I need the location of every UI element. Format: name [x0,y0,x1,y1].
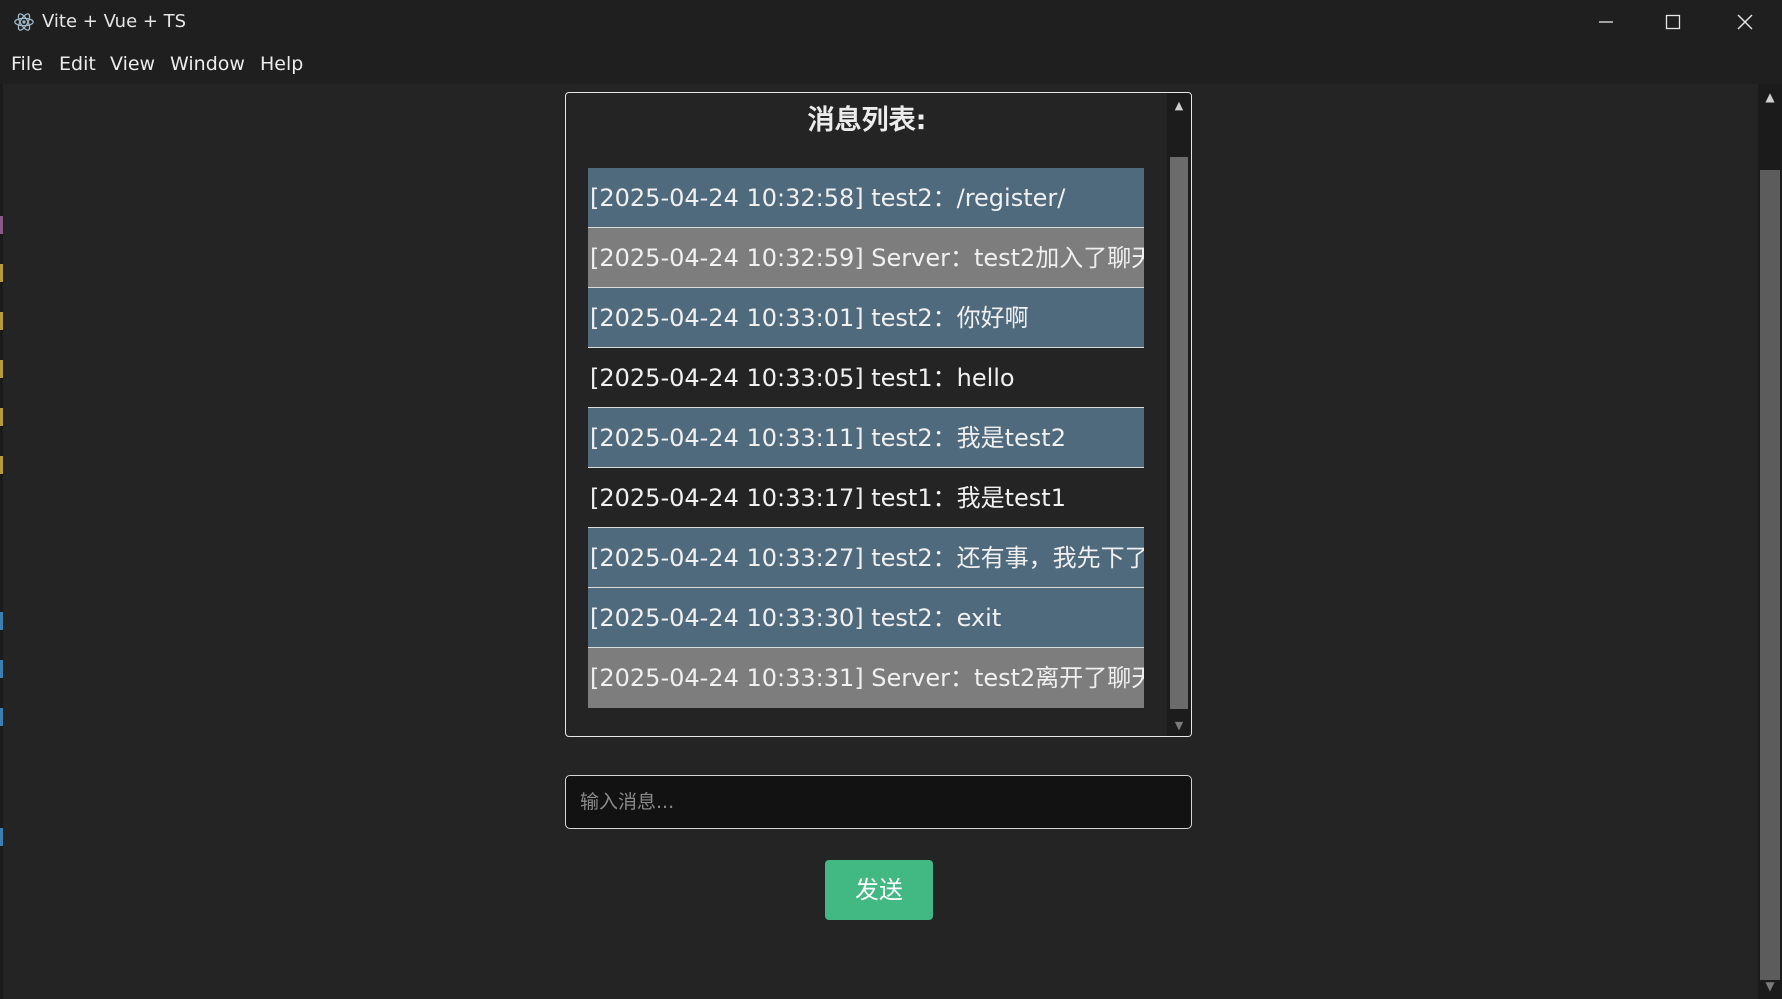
edge-mark [0,408,3,426]
minimize-icon [1599,21,1613,23]
message-item: [2025-04-24 10:33:11] test2：我是test2 [588,408,1144,468]
message-panel: 消息列表: [2025-04-24 10:32:58] test2：/regis… [565,92,1192,737]
page-scrollbar-thumb[interactable] [1760,170,1780,980]
edge-mark [0,216,3,234]
menu-help[interactable]: Help [260,52,303,76]
message-list-title: 消息列表: [807,105,927,136]
edge-mark [0,456,3,474]
electron-app-icon [14,13,34,31]
menu-edit[interactable]: Edit [59,52,96,76]
maximize-icon [1665,14,1681,30]
app-window: Vite + Vue + TS File Edit View Window He… [0,0,1782,999]
maximize-button[interactable] [1638,0,1708,44]
edge-mark [0,660,3,678]
message-item: [2025-04-24 10:33:05] test1：hello [588,348,1144,408]
page-scroll-down-icon[interactable]: ▼ [1758,975,1782,997]
message-item: [2025-04-24 10:33:01] test2：你好啊 [588,288,1144,348]
message-item: [2025-04-24 10:33:17] test1：我是test1 [588,468,1144,528]
menu-bar: File Edit View Window Help [0,44,1782,84]
window-title: Vite + Vue + TS [42,11,187,32]
edge-mark [0,828,3,846]
message-item: [2025-04-24 10:32:58] test2：/register/ [588,168,1144,228]
message-item: [2025-04-24 10:32:59] Server：test2加入了聊天室 [588,228,1144,288]
minimize-button[interactable] [1571,0,1641,44]
scroll-down-arrow-icon[interactable]: ▼ [1167,715,1191,735]
close-button[interactable] [1710,0,1780,44]
message-list: [2025-04-24 10:32:58] test2：/register/[2… [588,168,1144,708]
title-bar: Vite + Vue + TS [0,0,1782,44]
close-icon [1737,14,1753,30]
edge-mark [0,360,3,378]
message-input[interactable] [565,775,1192,829]
message-item: [2025-04-24 10:33:27] test2：还有事，我先下了 [588,528,1144,588]
edge-mark [0,264,3,282]
message-item: [2025-04-24 10:33:30] test2：exit [588,588,1144,648]
menu-view[interactable]: View [110,52,155,76]
menu-file[interactable]: File [11,52,43,76]
message-scrollbar-thumb[interactable] [1170,157,1188,709]
message-scrollbar[interactable]: ▲ ▼ [1167,93,1191,736]
menu-window[interactable]: Window [170,52,245,76]
send-button[interactable]: 发送 [825,860,933,920]
scroll-up-arrow-icon[interactable]: ▲ [1167,95,1191,115]
left-edge-strip [0,84,3,999]
edge-mark [0,708,3,726]
edge-mark [0,312,3,330]
page-scroll-up-icon[interactable]: ▲ [1758,86,1782,108]
page-scrollbar[interactable]: ▲ ▼ [1758,84,1782,999]
edge-mark [0,612,3,630]
message-item: [2025-04-24 10:33:31] Server：test2离开了聊天室 [588,648,1144,708]
